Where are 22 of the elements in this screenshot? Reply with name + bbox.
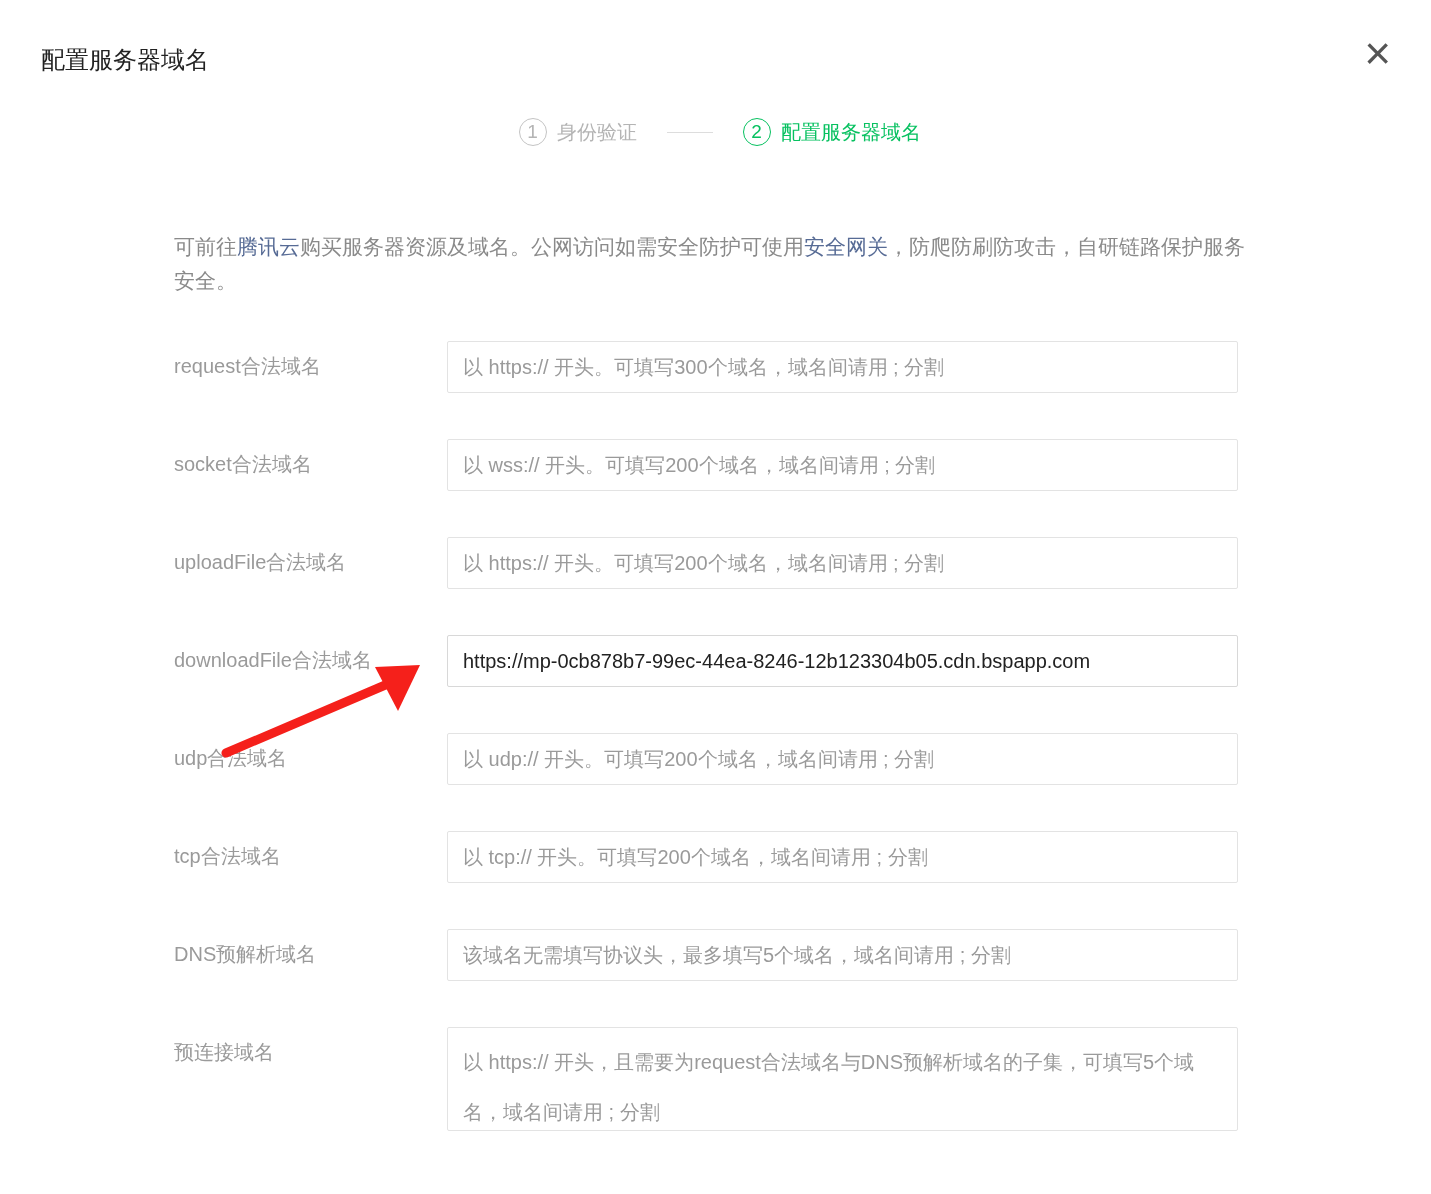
input-field[interactable]: 以 wss:// 开头。可填写200个域名，域名间请用 ; 分割 — [447, 439, 1238, 491]
link[interactable]: 安全网关 — [804, 235, 888, 258]
close-button[interactable]: × — [1360, 30, 1395, 76]
input-field[interactable]: https://mp-0cb878b7-99ec-44ea-8246-12b123304b05.cdn.bspapp.com — [447, 635, 1238, 687]
link[interactable]: 腾讯云 — [237, 235, 300, 258]
step-label: 配置服务器域名 — [780, 119, 921, 145]
field-label: uploadFile合法域名 — [174, 550, 348, 575]
field-label: downloadFile合法域名 — [174, 648, 373, 673]
input-field[interactable]: 以 https:// 开头。可填写200个域名，域名间请用 ; 分割 — [447, 537, 1238, 589]
input-field[interactable]: 以 tcp:// 开头。可填写200个域名，域名间请用 ; 分割 — [447, 831, 1238, 883]
field-label: request合法域名 — [174, 354, 322, 379]
field-label: tcp合法域名 — [174, 844, 282, 869]
field-label: socket合法域名 — [174, 452, 313, 477]
dialog-title: 配置服务器域名 — [41, 45, 209, 75]
input-field[interactable]: 以 https:// 开头，且需要为request合法域名与DNS预解析域名的子集，可填写5个域名，域名间请用 ; 分割 — [447, 1027, 1238, 1131]
step-label: 身份验证 — [556, 119, 637, 145]
input-field[interactable]: 该域名无需填写协议头，最多填写5个域名，域名间请用 ; 分割 — [447, 929, 1238, 981]
input-field[interactable]: 以 https:// 开头。可填写300个域名，域名间请用 ; 分割 — [447, 341, 1238, 393]
description-text: 可前往腾讯云购买服务器资源及域名。公网访问如需安全防护可使用安全网关，防爬防刷防攻击，自研链路保护服务安全。 — [174, 234, 1246, 294]
input-field[interactable]: 以 udp:// 开头。可填写200个域名，域名间请用 ; 分割 — [447, 733, 1238, 785]
field-label: 预连接域名 — [174, 1040, 275, 1065]
field-label: DNS预解析域名 — [174, 942, 318, 967]
